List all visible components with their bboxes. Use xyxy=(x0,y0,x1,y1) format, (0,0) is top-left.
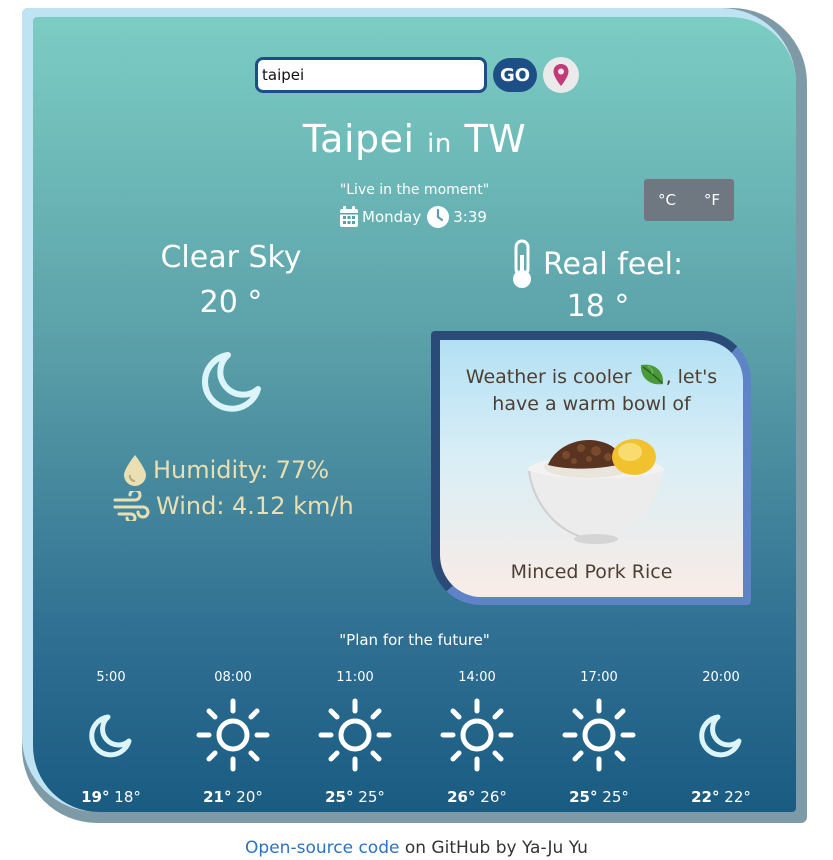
forecast-time: 11:00 xyxy=(336,670,374,685)
time-label: 3:39 xyxy=(453,208,487,226)
wind-text: Wind: 4.12 km/h xyxy=(156,492,354,520)
forecast-item: 08:00 21° 20° xyxy=(172,670,294,806)
celsius-button[interactable]: °C xyxy=(658,191,676,209)
food-message: Weather is cooler , let's have a warm bo… xyxy=(440,362,743,418)
forecast-high: 26° xyxy=(447,788,476,806)
forecast-time: 14:00 xyxy=(458,670,496,685)
map-pin-icon xyxy=(553,64,569,86)
real-feel-temperature: 18 ° xyxy=(566,289,630,324)
forecast-temps: 19° 18° xyxy=(81,788,141,806)
source-code-link[interactable]: Open-source code xyxy=(245,838,399,858)
hourly-forecast: 5:00 19° 18° 08:00 21° 20° 11:00 25° 25°… xyxy=(50,670,790,806)
forecast-item: 14:00 26° 26° xyxy=(416,670,538,806)
forecast-low: 18° xyxy=(114,788,141,806)
forecast-item: 11:00 25° 25° xyxy=(294,670,416,806)
forecast-temps: 22° 22° xyxy=(691,788,751,806)
clock-icon xyxy=(427,206,450,228)
real-feel-heading: Real feel: xyxy=(509,239,683,289)
forecast-time: 20:00 xyxy=(702,670,740,685)
sun-icon xyxy=(196,698,270,772)
city-name: Taipei xyxy=(302,117,415,161)
weather-description: Clear Sky xyxy=(160,240,302,275)
moon-icon xyxy=(202,352,261,412)
plan-quote: "Plan for the future" xyxy=(339,631,490,649)
forecast-high: 25° xyxy=(325,788,354,806)
wind-icon xyxy=(113,491,150,521)
city-connector: in xyxy=(427,129,452,159)
forecast-time: 5:00 xyxy=(96,670,126,685)
forecast-temps: 25° 25° xyxy=(569,788,629,806)
moon-icon xyxy=(699,714,742,758)
country-code: TW xyxy=(464,117,527,161)
fahrenheit-button[interactable]: °F xyxy=(704,191,720,209)
forecast-high: 25° xyxy=(569,788,598,806)
go-button[interactable]: GO xyxy=(493,58,537,92)
date-time: Monday 3:39 xyxy=(339,205,487,229)
humidity-text: Humidity: 77% xyxy=(153,456,330,484)
forecast-low: 25° xyxy=(358,788,385,806)
forecast-high: 21° xyxy=(203,788,232,806)
city-search-input[interactable] xyxy=(255,57,487,93)
forecast-item: 20:00 22° 22° xyxy=(660,670,782,806)
forecast-temps: 26° 26° xyxy=(447,788,507,806)
calendar-icon xyxy=(340,206,358,227)
forecast-temps: 25° 25° xyxy=(325,788,385,806)
forecast-low: 20° xyxy=(236,788,263,806)
wind-row: Wind: 4.12 km/h xyxy=(113,491,354,521)
search-bar: GO xyxy=(255,57,579,93)
rice-bowl-icon xyxy=(528,439,664,544)
forecast-temps: 21° 20° xyxy=(203,788,263,806)
footer-credit: on GitHub by Ya-Ju Yu xyxy=(399,838,588,858)
food-suggestion-card: Weather is cooler , let's have a warm bo… xyxy=(431,331,751,605)
forecast-low: 25° xyxy=(602,788,629,806)
sun-icon xyxy=(562,698,636,772)
weather-card: GO Taipei in TW "Live in the moment" Mon… xyxy=(33,17,796,812)
city-heading: Taipei in TW xyxy=(33,117,796,161)
sun-icon xyxy=(318,698,392,772)
forecast-high: 19° xyxy=(81,788,110,806)
humidity-row: Humidity: 77% xyxy=(121,453,329,487)
forecast-item: 17:00 25° 25° xyxy=(538,670,660,806)
food-message-start: Weather is cooler xyxy=(465,366,632,388)
water-drop-icon xyxy=(124,455,146,486)
sun-icon xyxy=(440,698,514,772)
real-feel-label: Real feel: xyxy=(543,246,684,282)
current-location-button[interactable] xyxy=(543,57,579,93)
leaf-icon xyxy=(640,364,663,385)
page-footer: Open-source code on GitHub by Ya-Ju Yu xyxy=(0,838,833,858)
moon-icon xyxy=(89,714,132,758)
forecast-high: 22° xyxy=(691,788,720,806)
day-label: Monday xyxy=(362,208,422,226)
forecast-low: 26° xyxy=(480,788,507,806)
current-temperature: 20 ° xyxy=(199,285,263,320)
unit-toggle: °C °F xyxy=(644,179,734,221)
food-name: Minced Pork Rice xyxy=(510,561,673,583)
forecast-time: 17:00 xyxy=(580,670,618,685)
thermometer-icon xyxy=(513,239,531,288)
forecast-time: 08:00 xyxy=(214,670,252,685)
forecast-item: 5:00 19° 18° xyxy=(50,670,172,806)
forecast-low: 22° xyxy=(724,788,751,806)
